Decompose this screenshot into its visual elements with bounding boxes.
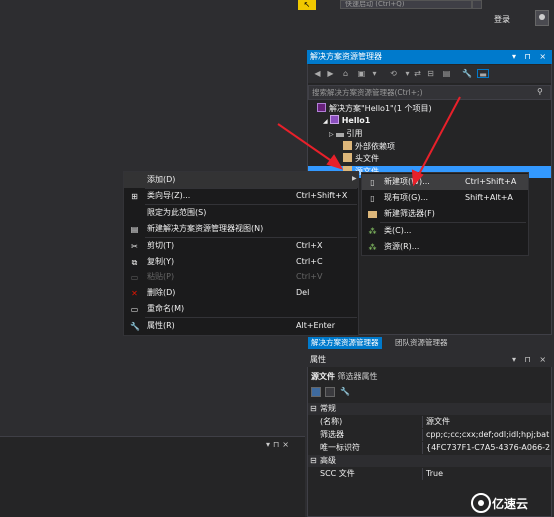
watermark-text: 亿速云 (492, 497, 529, 511)
annotation-arrow (417, 96, 461, 177)
annotation-arrow (277, 123, 334, 163)
annotation-arrows (277, 96, 461, 187)
annotation-arrowhead (326, 154, 344, 170)
